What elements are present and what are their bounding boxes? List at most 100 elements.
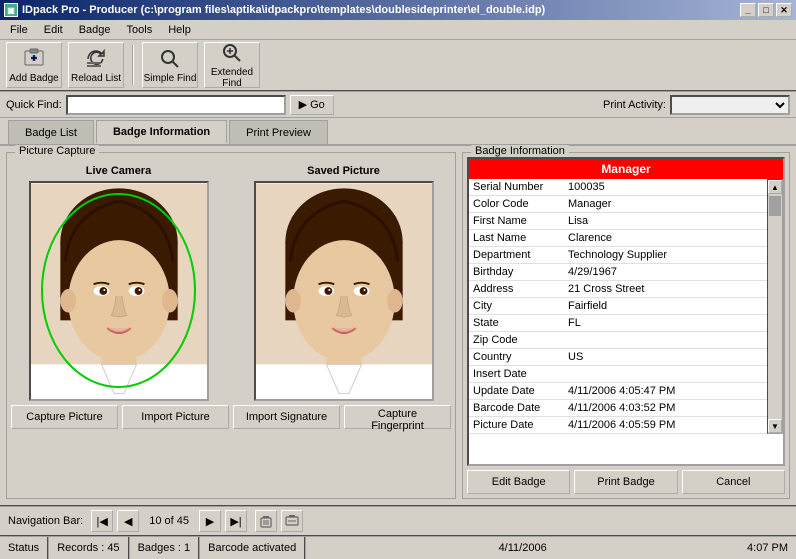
badge-info-row: Picture Date4/11/2006 4:05:59 PM — [469, 417, 767, 434]
table-scroll-container: Serial Number100035Color CodeManagerFirs… — [469, 179, 783, 434]
add-badge-icon — [22, 47, 46, 71]
add-badge-button[interactable]: Add Badge — [6, 42, 62, 88]
capture-picture-button[interactable]: Capture Picture — [11, 405, 118, 429]
field-label: City — [469, 298, 564, 315]
badge-info-panel-title: Badge Information — [471, 145, 569, 157]
field-label: State — [469, 315, 564, 332]
title-bar: ▣ IDpack Pro - Producer (c:\program file… — [0, 0, 796, 20]
field-label: Last Name — [469, 230, 564, 247]
table-scroll-area: Serial Number100035Color CodeManagerFirs… — [469, 179, 767, 434]
field-value: 4/11/2006 4:05:47 PM — [564, 383, 767, 400]
badge-info-row: Insert Date — [469, 366, 767, 383]
scroll-down-arrow[interactable]: ▼ — [768, 419, 782, 433]
field-value: 4/11/2006 4:05:59 PM — [564, 417, 767, 434]
nav-first-button[interactable]: |◀ — [91, 510, 113, 532]
reload-list-button[interactable]: Reload List — [68, 42, 124, 88]
status-label: Status — [8, 542, 39, 554]
field-label: Country — [469, 349, 564, 366]
field-label: Picture Date — [469, 417, 564, 434]
badge-info-row: Color CodeManager — [469, 196, 767, 213]
field-label: Insert Date — [469, 366, 564, 383]
edit-badge-button[interactable]: Edit Badge — [467, 470, 570, 494]
tab-print-preview[interactable]: Print Preview — [229, 120, 328, 144]
badge-info-row: Last NameClarence — [469, 230, 767, 247]
scroll-up-arrow[interactable]: ▲ — [768, 180, 782, 194]
saved-picture-frame — [254, 181, 434, 401]
import-picture-button[interactable]: Import Picture — [122, 405, 229, 429]
simple-find-button[interactable]: Simple Find — [142, 42, 198, 88]
field-label: Barcode Date — [469, 400, 564, 417]
tab-badge-list[interactable]: Badge List — [8, 120, 94, 144]
extended-find-button[interactable]: Extended Find — [204, 42, 260, 88]
nav-bar: Navigation Bar: |◀ ◀ 10 of 45 ▶ ▶| — [0, 505, 796, 535]
live-camera-col: Live Camera — [29, 165, 209, 401]
badge-info-row: Zip Code — [469, 332, 767, 349]
field-value: Clarence — [564, 230, 767, 247]
menu-badge[interactable]: Badge — [73, 22, 117, 38]
scroll-thumb[interactable] — [769, 196, 781, 216]
go-label: Go — [310, 99, 325, 111]
capture-fingerprint-button[interactable]: Capture Fingerprint — [344, 405, 451, 429]
status-date: 4/11/2006 — [499, 542, 547, 554]
quickfind-bar: Quick Find: ▶ Go Print Activity: — [0, 92, 796, 118]
vertical-scrollbar[interactable]: ▲ ▼ — [767, 179, 783, 434]
status-time: 4:07 PM — [747, 542, 788, 554]
toolbar-separator — [132, 45, 134, 85]
live-camera-label: Live Camera — [86, 165, 151, 177]
badge-info-row: Update Date4/11/2006 4:05:47 PM — [469, 383, 767, 400]
field-value: Technology Supplier — [564, 247, 767, 264]
print-activity-label: Print Activity: — [603, 99, 666, 111]
field-label: Serial Number — [469, 179, 564, 196]
records-section: Records : 45 — [49, 537, 129, 559]
menu-file[interactable]: File — [4, 22, 34, 38]
badge-info-row: Barcode Date4/11/2006 4:03:52 PM — [469, 400, 767, 417]
simple-find-icon — [158, 47, 182, 71]
nav-count: 10 of 45 — [149, 515, 189, 527]
tab-badge-information[interactable]: Badge Information — [96, 120, 227, 144]
live-camera-frame — [29, 181, 209, 401]
saved-picture-col: Saved Picture — [254, 165, 434, 401]
cancel-button[interactable]: Cancel — [682, 470, 785, 494]
field-value: 4/11/2006 4:03:52 PM — [564, 400, 767, 417]
print-activity-select[interactable] — [670, 95, 790, 115]
nav-extra-button[interactable] — [281, 510, 303, 532]
date-section: 4/11/2006 — [491, 537, 555, 559]
print-badge-button[interactable]: Print Badge — [574, 470, 677, 494]
field-label: Color Code — [469, 196, 564, 213]
quickfind-input[interactable] — [66, 95, 286, 115]
nav-bar-label: Navigation Bar: — [8, 515, 83, 527]
menu-help[interactable]: Help — [162, 22, 197, 38]
go-button[interactable]: ▶ Go — [290, 95, 334, 115]
badge-info-row: Birthday4/29/1967 — [469, 264, 767, 281]
menu-edit[interactable]: Edit — [38, 22, 69, 38]
nav-next-button[interactable]: ▶ — [199, 510, 221, 532]
app-icon: ▣ — [4, 3, 18, 17]
badge-action-buttons-bar: Edit Badge Print Badge Cancel — [467, 470, 785, 494]
saved-picture-label: Saved Picture — [307, 165, 380, 177]
extended-find-icon — [220, 41, 244, 65]
menu-tools[interactable]: Tools — [121, 22, 159, 38]
import-signature-button[interactable]: Import Signature — [233, 405, 340, 429]
field-label: Zip Code — [469, 332, 564, 349]
field-label: Update Date — [469, 383, 564, 400]
records-count: Records : 45 — [57, 542, 119, 554]
minimize-button[interactable]: _ — [740, 3, 756, 17]
quickfind-label: Quick Find: — [6, 99, 62, 111]
badge-info-row: StateFL — [469, 315, 767, 332]
maximize-button[interactable]: □ — [758, 3, 774, 17]
nav-delete-button[interactable] — [255, 510, 277, 532]
tabs-bar: Badge List Badge Information Print Previ… — [0, 118, 796, 146]
close-button[interactable]: ✕ — [776, 3, 792, 17]
picture-capture-panel: Picture Capture Live Camera — [6, 152, 456, 499]
field-value: FL — [564, 315, 767, 332]
field-label: Address — [469, 281, 564, 298]
time-section: 4:07 PM — [739, 537, 796, 559]
badge-manager-header: Manager — [469, 159, 783, 179]
badge-info-row: First NameLisa — [469, 213, 767, 230]
barcode-section: Barcode activated — [200, 537, 306, 559]
nav-last-button[interactable]: ▶| — [225, 510, 247, 532]
simple-find-label: Simple Find — [144, 73, 197, 84]
reload-list-label: Reload List — [71, 73, 121, 84]
nav-prev-button[interactable]: ◀ — [117, 510, 139, 532]
field-value: US — [564, 349, 767, 366]
